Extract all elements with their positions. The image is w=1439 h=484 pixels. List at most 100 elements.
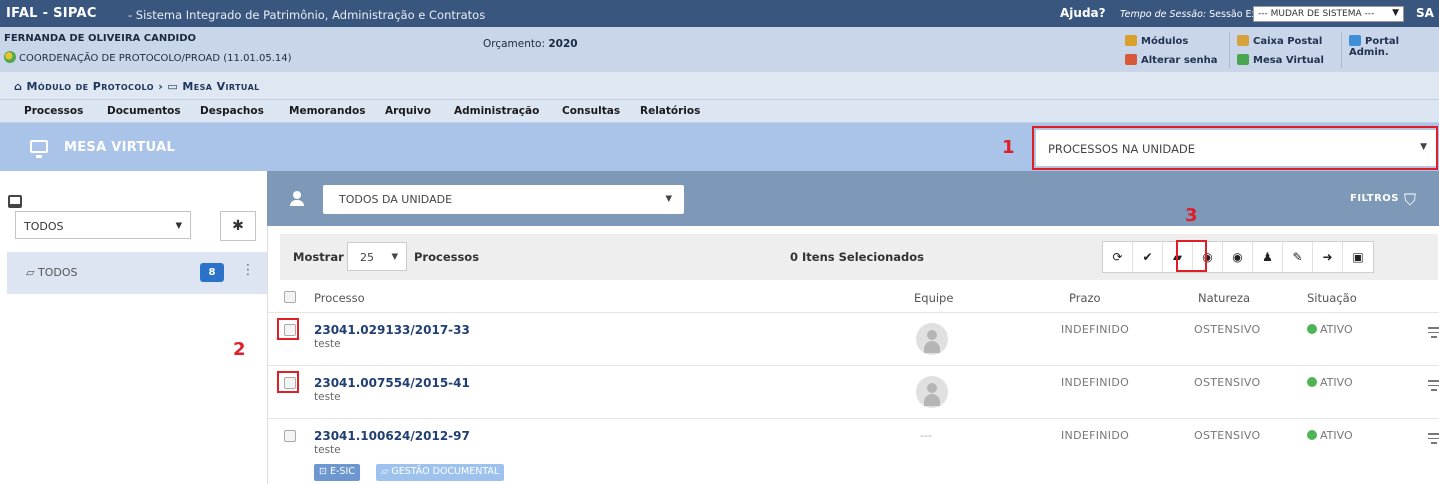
- row-menu-icon[interactable]: [1428, 433, 1439, 447]
- breadcrumb-separator: ›: [158, 80, 164, 93]
- quick-links-divider: [1229, 32, 1230, 68]
- folder-count-badge: 8: [200, 263, 224, 282]
- process-nature: OSTENSIVO: [1194, 323, 1261, 336]
- menu-administracao[interactable]: Administração: [454, 105, 539, 117]
- process-number-link[interactable]: 23041.029133/2017-33: [314, 323, 470, 337]
- scope-select[interactable]: TODOS DA UNIDADE ▼: [323, 185, 684, 214]
- portal-admin-link[interactable]: Portal Admin.: [1349, 35, 1439, 58]
- change-system-select[interactable]: --- MUDAR DE SISTEMA --- ▼: [1253, 6, 1404, 22]
- menu-processos[interactable]: Processos: [24, 105, 83, 117]
- menu-consultas[interactable]: Consultas: [562, 105, 620, 117]
- table-row[interactable]: 23041.100624/2012-97 teste ⊡ E-SIC ▱ GES…: [268, 418, 1439, 484]
- annotation-box-2a: [277, 318, 299, 340]
- process-description: teste: [314, 444, 341, 456]
- page-size-value: 25: [360, 251, 374, 264]
- process-deadline: INDEFINIDO: [1061, 429, 1130, 442]
- system-top-bar: IFAL - SIPAC - Sistema Integrado de Patr…: [0, 0, 1439, 27]
- chevron-down-icon: ▼: [391, 252, 398, 262]
- folder-filter-select[interactable]: TODOS ▼: [15, 211, 191, 239]
- home-icon[interactable]: ⌂: [14, 80, 22, 93]
- annotation-box-3: [1176, 240, 1207, 272]
- menu-arquivo[interactable]: Arquivo: [385, 105, 431, 117]
- pencil-icon: ✎: [1292, 250, 1303, 264]
- modulos-link[interactable]: Módulos: [1125, 35, 1188, 47]
- folder-item-todos[interactable]: ▱ TODOS 8 ⋮: [7, 252, 267, 294]
- table-row[interactable]: 23041.029133/2017-33 teste INDEFINIDO OS…: [268, 312, 1439, 365]
- export-button[interactable]: ➜: [1313, 242, 1343, 272]
- status-label: ATIVO: [1320, 376, 1353, 389]
- tag-esic[interactable]: ⊡ E-SIC: [314, 464, 360, 481]
- menu-documentos[interactable]: Documentos: [107, 105, 181, 117]
- refresh-icon: ⟳: [1112, 250, 1123, 264]
- select-all-checkbox[interactable]: [284, 291, 296, 303]
- column-processo: Processo: [314, 291, 365, 305]
- avatar: [916, 376, 948, 408]
- folder-name: TODOS: [37, 266, 78, 279]
- caixa-postal-label: Caixa Postal: [1253, 36, 1323, 47]
- chevron-down-icon: ▼: [175, 221, 182, 231]
- breadcrumb-bar: ⌂ Módulo de Protocolo › ▭ Mesa Virtual: [0, 72, 1439, 99]
- change-system-value: --- MUDAR DE SISTEMA ---: [1258, 9, 1375, 19]
- kebab-menu-icon[interactable]: ⋮: [241, 262, 255, 278]
- mesa-virtual-link[interactable]: Mesa Virtual: [1237, 54, 1324, 66]
- check-icon: ✔: [1142, 250, 1153, 264]
- user-icon: [290, 191, 304, 206]
- action-buttons: ⟳ ✔ ▰ ◉ ◉ ♟ ✎ ➜ ▣: [1102, 241, 1374, 273]
- mesa-virtual-label: Mesa Virtual: [1253, 55, 1324, 66]
- menu-relatorios[interactable]: Relatórios: [640, 105, 700, 117]
- menu-memorandos[interactable]: Memorandos: [289, 105, 365, 117]
- tag-label: E-SIC: [330, 466, 355, 477]
- chevron-down-icon: ▼: [1392, 8, 1399, 18]
- receive-button[interactable]: ✔: [1133, 242, 1163, 272]
- help-link[interactable]: Ajuda?: [1060, 6, 1106, 20]
- folder-icon: ▱: [26, 266, 35, 279]
- system-brand: IFAL - SIPAC: [6, 6, 97, 21]
- breadcrumb-module[interactable]: Módulo de Protocolo: [27, 80, 154, 93]
- annotation-box-1: [1032, 126, 1438, 170]
- process-nature: OSTENSIVO: [1194, 376, 1261, 389]
- tag-label: GESTÃO DOCUMENTAL: [391, 466, 500, 477]
- process-nature: OSTENSIVO: [1194, 429, 1261, 442]
- view-check-button[interactable]: ◉: [1223, 242, 1253, 272]
- status-dot-icon: [1307, 377, 1317, 387]
- process-number-link[interactable]: 23041.007554/2015-41: [314, 376, 470, 390]
- page-size-suffix: Processos: [414, 250, 480, 264]
- process-number-link[interactable]: 23041.100624/2012-97: [314, 429, 470, 443]
- row-menu-icon[interactable]: [1428, 380, 1439, 394]
- breadcrumb-page: Mesa Virtual: [182, 80, 260, 93]
- status-label: ATIVO: [1320, 323, 1353, 336]
- main-menu: Processos Documentos Despachos Memorando…: [0, 99, 1439, 123]
- annotation-label-3: 3: [1185, 205, 1198, 226]
- pdf-button[interactable]: ▣: [1343, 242, 1373, 272]
- edit-button[interactable]: ✎: [1283, 242, 1313, 272]
- annotation-box-2b: [277, 371, 299, 393]
- gear-icon: ✱: [232, 218, 244, 234]
- filter-bar: TODOS DA UNIDADE ▼ FILTROS ⛉: [267, 171, 1439, 226]
- row-checkbox[interactable]: [284, 430, 296, 442]
- change-unit-icon[interactable]: [4, 51, 16, 63]
- alterar-senha-link[interactable]: Alterar senha: [1125, 54, 1218, 66]
- folder-filter-value: TODOS: [24, 220, 64, 233]
- caixa-postal-link[interactable]: Caixa Postal: [1237, 35, 1322, 47]
- add-user-button[interactable]: ♟: [1253, 242, 1283, 272]
- system-subtitle: - Sistema Integrado de Patrimônio, Admin…: [128, 8, 486, 22]
- menu-despachos[interactable]: Despachos: [200, 105, 264, 117]
- process-list-panel: Mostrar 25 ▼ Processos 0 Itens Seleciona…: [267, 226, 1439, 484]
- process-description: teste: [314, 391, 341, 403]
- portal-admin-icon: [1349, 35, 1361, 46]
- tag-gestao-documental[interactable]: ▱ GESTÃO DOCUMENTAL: [376, 464, 505, 481]
- column-natureza: Natureza: [1198, 291, 1251, 305]
- virtual-desk-icon: [1237, 54, 1249, 65]
- budget-value: 2020: [548, 38, 578, 50]
- table-row[interactable]: 23041.007554/2015-41 teste INDEFINIDO OS…: [268, 365, 1439, 418]
- quick-links-divider: [1341, 32, 1342, 68]
- key-icon: [1125, 54, 1137, 65]
- row-menu-icon[interactable]: [1428, 327, 1439, 341]
- annotation-label-2: 2: [233, 339, 246, 360]
- refresh-button[interactable]: ⟳: [1103, 242, 1133, 272]
- status-badge: ATIVO: [1307, 376, 1353, 389]
- page-size-select[interactable]: 25 ▼: [347, 242, 407, 271]
- filters-toggle[interactable]: FILTROS: [1350, 193, 1399, 204]
- funnel-icon[interactable]: ⛉: [1404, 190, 1416, 210]
- settings-button[interactable]: ✱: [220, 211, 256, 241]
